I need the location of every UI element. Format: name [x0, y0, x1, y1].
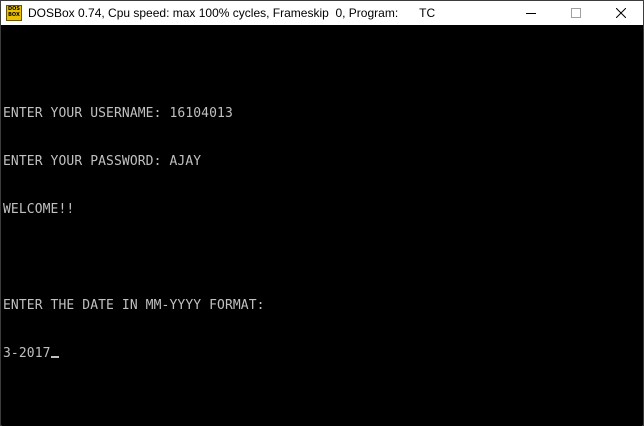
dosbox-window: DOS BOX DOSBox 0.74, Cpu speed: max 100%… [0, 0, 644, 426]
console-output: ENTER YOUR USERNAME: 16104013 ENTER YOUR… [3, 74, 265, 394]
close-icon [615, 8, 626, 18]
console-input-value: 3-2017 [3, 346, 51, 361]
title-bar[interactable]: DOS BOX DOSBox 0.74, Cpu speed: max 100%… [1, 1, 643, 25]
console-line-username: ENTER YOUR USERNAME: 16104013 [3, 106, 233, 121]
text-cursor [50, 356, 59, 358]
close-button[interactable] [598, 1, 643, 25]
dosbox-icon[interactable]: DOS BOX [6, 5, 22, 21]
icon-text-bottom: BOX [8, 12, 20, 18]
maximize-icon [570, 8, 581, 18]
console-line-password: ENTER YOUR PASSWORD: AJAY [3, 154, 202, 169]
console-line-date-prompt: ENTER THE DATE IN MM-YYYY FORMAT: [3, 298, 265, 313]
program-name: TC [419, 6, 436, 20]
minimize-button[interactable] [508, 1, 553, 25]
minimize-icon [525, 13, 536, 14]
window-controls [508, 1, 643, 25]
dos-screen[interactable]: ENTER YOUR USERNAME: 16104013 ENTER YOUR… [2, 26, 642, 426]
window-title: DOSBox 0.74, Cpu speed: max 100% cycles,… [28, 6, 399, 20]
console-input-line[interactable]: 3-2017 [3, 346, 265, 362]
console-line-welcome: WELCOME!! [3, 202, 75, 217]
maximize-button[interactable] [553, 1, 598, 25]
